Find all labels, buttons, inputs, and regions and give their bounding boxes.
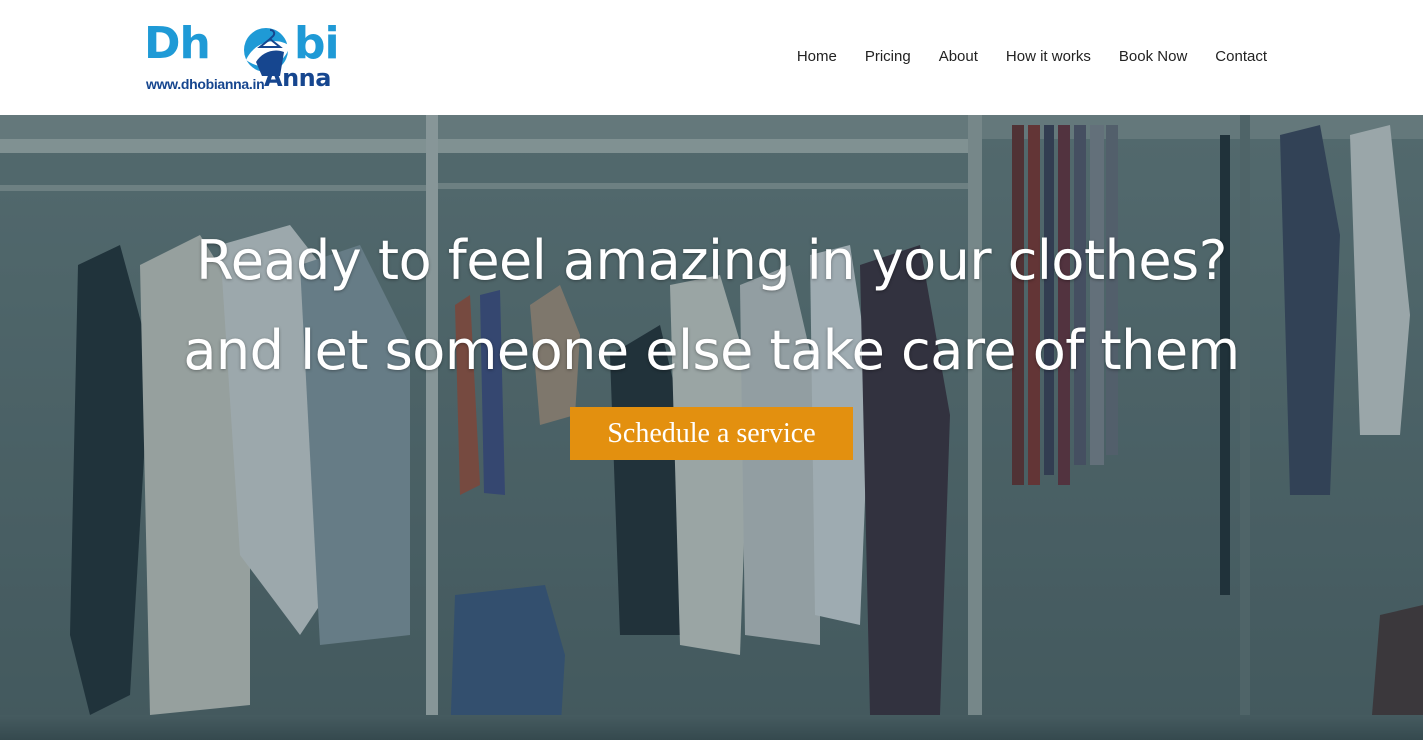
- nav-home[interactable]: Home: [797, 47, 837, 67]
- nav-book-now[interactable]: Book Now: [1119, 47, 1187, 67]
- schedule-service-button[interactable]: Schedule a service: [570, 407, 853, 460]
- nav-contact[interactable]: Contact: [1215, 47, 1267, 67]
- hero-section: Ready to feel amazing in your clothes? a…: [0, 115, 1423, 740]
- logo-text-bi: bi: [294, 18, 340, 69]
- nav-about[interactable]: About: [939, 47, 978, 67]
- main-nav: Home Pricing About How it works Book Now…: [797, 47, 1267, 67]
- nav-pricing[interactable]: Pricing: [865, 47, 911, 67]
- logo-text-dh: Dh: [144, 18, 211, 69]
- hero-headline-line2: and let someone else take care of them: [183, 319, 1240, 382]
- dhobi-anna-logo[interactable]: Dh bi www.dhobianna.in Anna: [144, 20, 344, 94]
- nav-how-it-works[interactable]: How it works: [1006, 47, 1091, 67]
- site-header: Dh bi www.dhobianna.in Anna Home Pricing…: [0, 0, 1423, 115]
- logo-url-text: www.dhobianna.in: [146, 76, 265, 92]
- hero-headline-line1: Ready to feel amazing in your clothes?: [196, 229, 1227, 292]
- logo-text-anna: Anna: [264, 64, 331, 92]
